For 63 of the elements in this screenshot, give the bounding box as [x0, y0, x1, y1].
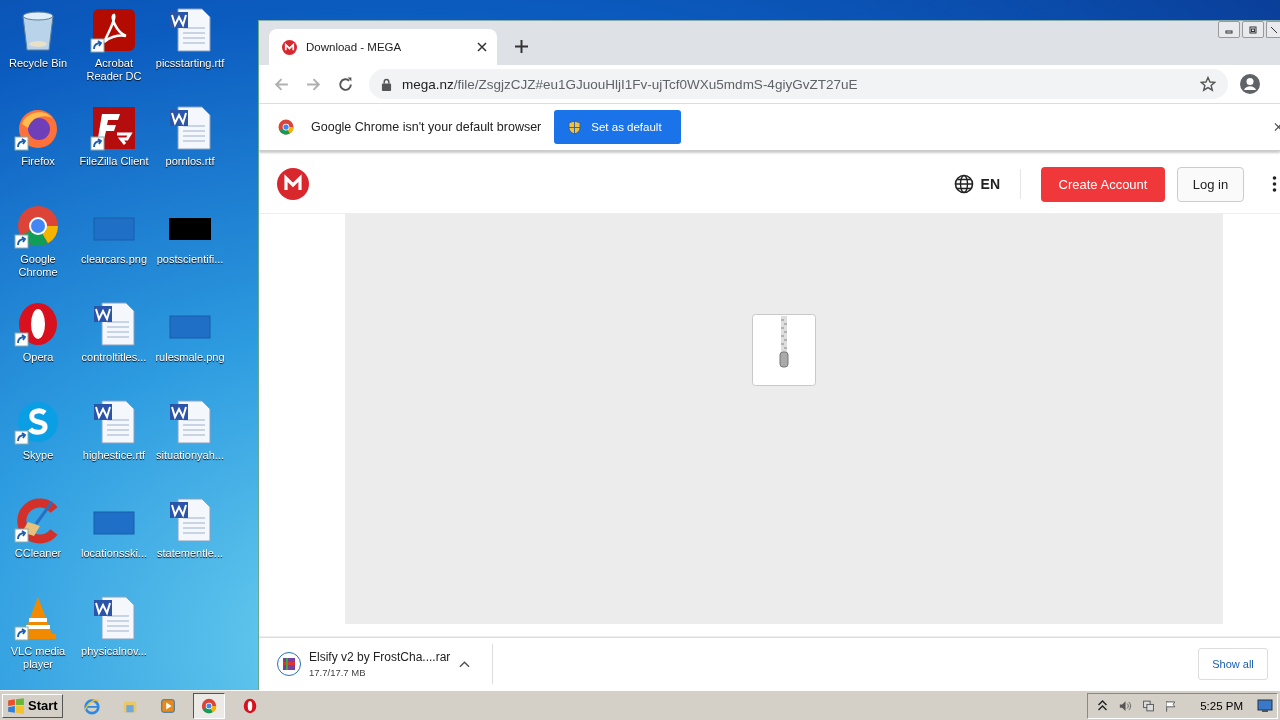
- maximize-button[interactable]: [1242, 21, 1264, 38]
- show-all-button[interactable]: Show all: [1198, 648, 1268, 680]
- icon-label: CCleaner: [14, 547, 62, 560]
- archive-file-icon: [752, 314, 816, 386]
- icon-label: Firefox: [21, 155, 55, 168]
- download-size: 17.7/17.7 MB: [309, 667, 367, 678]
- app-icon: [82, 696, 101, 715]
- icon-label: locationsski...: [81, 547, 147, 560]
- icon-label: Google Chrome: [17, 253, 59, 279]
- clock[interactable]: 5:25 PM: [1200, 699, 1243, 712]
- speaker-icon[interactable]: [1119, 698, 1133, 713]
- icon-label: Recycle Bin: [8, 57, 68, 70]
- icon-label: VLC media player: [9, 645, 67, 671]
- icon-label: picsstarting.rtf: [155, 57, 225, 70]
- icon-label: FileZilla Client: [79, 155, 149, 168]
- more-menu-icon[interactable]: [1272, 176, 1277, 192]
- icon-label: Skype: [22, 449, 54, 462]
- archive-icon: [277, 652, 301, 676]
- show-hidden-icons-icon[interactable]: [1096, 698, 1110, 713]
- icon-label: controltitles...: [81, 351, 147, 364]
- icon-label: postscientifi...: [156, 253, 224, 266]
- icon-label: pornlos.rtf: [165, 155, 215, 168]
- app-icon[interactable]: [90, 6, 138, 54]
- icon-label: clearcars.png: [80, 253, 147, 266]
- windows-logo-icon: [7, 696, 25, 715]
- mega-logo-icon[interactable]: [277, 168, 309, 200]
- app-icon: [158, 696, 177, 715]
- close-icon[interactable]: [477, 42, 487, 52]
- app-icon: [199, 696, 218, 715]
- lock-icon[interactable]: [381, 77, 392, 91]
- icon-label: statementle...: [156, 547, 223, 560]
- log-in-button[interactable]: Log in: [1177, 166, 1244, 202]
- icon-label: highestice.rtf: [82, 449, 146, 462]
- icon-label: Opera: [22, 351, 54, 364]
- globe-icon: [953, 174, 974, 194]
- shield-icon: [568, 119, 582, 135]
- app-icon[interactable]: [90, 104, 138, 152]
- browser-tab[interactable]: Download - MEGA: [269, 29, 497, 65]
- set-as-default-button[interactable]: Set as default: [554, 110, 682, 144]
- network-icon[interactable]: [1142, 698, 1156, 713]
- icon-label: Acrobat Reader DC: [85, 57, 143, 83]
- default-browser-message: Google Chrome isn't your default browser: [311, 120, 542, 134]
- create-account-button[interactable]: Create Account: [1041, 166, 1165, 202]
- caret-icon[interactable]: [459, 660, 470, 668]
- start-button[interactable]: Start: [2, 693, 63, 718]
- close-icon: [1269, 24, 1279, 35]
- icon-label: situationyah...: [156, 449, 224, 462]
- taskbar-app-button[interactable]: [192, 692, 225, 719]
- bookmark-star-icon[interactable]: [1200, 76, 1216, 92]
- profile-icon[interactable]: [1240, 74, 1260, 94]
- icon-label: physicalnov...: [81, 645, 147, 658]
- close-button[interactable]: [1266, 21, 1280, 38]
- download-item[interactable]: Elsify v2 by FrostCha....rar 17.7/17.7 MB: [277, 644, 493, 684]
- show-desktop-icon[interactable]: [1257, 698, 1273, 713]
- chrome-icon: [277, 118, 295, 136]
- icon-label: rulesmale.png: [155, 351, 225, 364]
- mega-logo-icon: [282, 39, 297, 55]
- download-file-name: Elsify v2 by FrostCha....rar: [309, 650, 451, 664]
- reload-icon[interactable]: [337, 75, 354, 93]
- new-tab-icon[interactable]: [515, 40, 528, 53]
- restore-icon: [1248, 24, 1258, 35]
- language-button[interactable]: EN: [953, 174, 1000, 194]
- address-bar[interactable]: mega.nz/file/ZsgjzCJZ#eu1GJuouHljI1Fv-ujTcf0WXu5mdmS-4giyGvZT27uE: [369, 69, 1228, 99]
